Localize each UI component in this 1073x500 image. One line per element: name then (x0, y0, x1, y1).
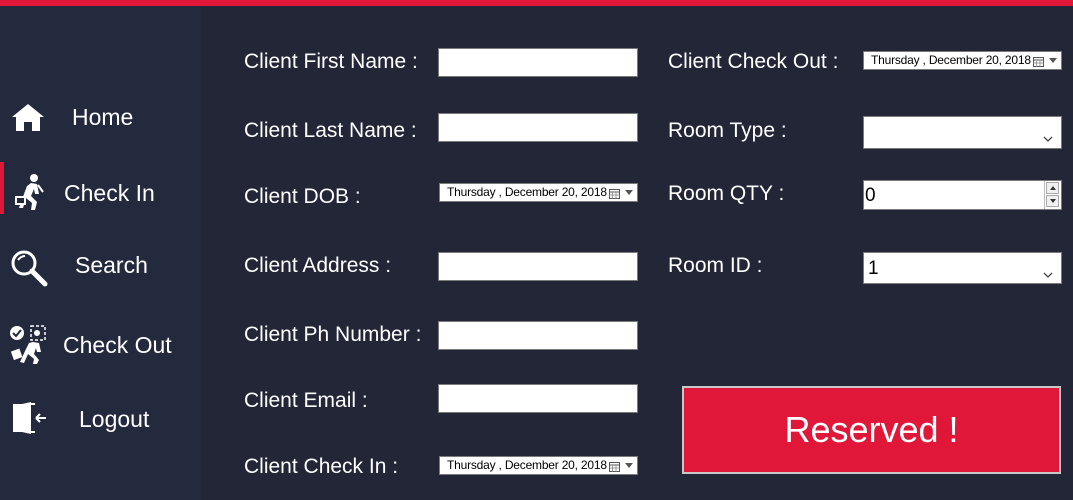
sidebar-item-label: Check In (64, 180, 155, 206)
address-input[interactable] (438, 252, 638, 281)
address-label: Client Address : (244, 254, 392, 277)
calendar-icon (609, 187, 620, 199)
sidebar-item-home[interactable]: Home (0, 90, 201, 146)
search-icon (9, 248, 49, 287)
sidebar-item-label: Check Out (63, 332, 172, 358)
check-out-icon (9, 324, 49, 364)
chevron-down-icon (1043, 263, 1053, 278)
active-indicator (0, 162, 4, 214)
check-out-date-value: Thursday , December 20, 2018 (871, 53, 1031, 67)
email-label: Client Email : (244, 389, 368, 412)
dob-label: Client DOB : (244, 185, 361, 208)
check-out-label: Client Check Out : (668, 50, 839, 73)
check-in-label: Client Check In : (244, 455, 399, 478)
room-id-label: Room ID : (668, 254, 763, 277)
chevron-down-icon (1049, 58, 1057, 63)
chevron-down-icon (1043, 127, 1053, 142)
dob-date-value: Thursday , December 20, 2018 (447, 185, 607, 199)
sidebar-item-search[interactable]: Search (0, 238, 201, 294)
check-in-date-value: Thursday , December 20, 2018 (447, 458, 607, 472)
room-qty-value: 0 (865, 185, 876, 206)
room-qty-stepper[interactable]: 0 (863, 180, 1062, 210)
chevron-down-icon (625, 463, 633, 468)
last-name-input[interactable] (438, 113, 638, 142)
phone-label: Client Ph Number : (244, 323, 422, 346)
chevron-down-icon (625, 190, 633, 195)
room-id-value: 1 (868, 258, 879, 279)
reserve-button[interactable]: Reserved ! (682, 386, 1061, 474)
logout-icon (9, 398, 49, 434)
room-type-select[interactable] (863, 116, 1062, 149)
phone-input[interactable] (438, 321, 638, 350)
sidebar-item-logout[interactable]: Logout (0, 388, 201, 444)
check-out-date-picker[interactable]: Thursday , December 20, 2018 (863, 51, 1062, 70)
first-name-label: Client First Name : (244, 50, 418, 73)
home-icon (9, 100, 49, 136)
sidebar-item-label: Search (75, 252, 148, 278)
sidebar: Home Check In Search Check Out Logout (0, 6, 201, 500)
sidebar-item-label: Logout (79, 406, 150, 432)
sidebar-item-check-out[interactable]: Check Out (0, 314, 201, 370)
sidebar-item-check-in[interactable]: Check In (0, 162, 201, 218)
room-qty-label: Room QTY : (668, 182, 785, 205)
sidebar-item-label: Home (72, 104, 134, 130)
stepper-arrows (1044, 181, 1061, 209)
check-in-date-picker[interactable]: Thursday , December 20, 2018 (439, 456, 638, 475)
email-input[interactable] (438, 384, 638, 413)
first-name-input[interactable] (438, 48, 638, 77)
last-name-label: Client Last Name : (244, 119, 417, 142)
calendar-icon (609, 460, 620, 472)
decrement-button[interactable] (1046, 195, 1059, 207)
dob-date-picker[interactable]: Thursday , December 20, 2018 (439, 183, 638, 202)
calendar-icon (1033, 55, 1044, 67)
room-id-select[interactable]: 1 (863, 252, 1062, 284)
room-type-label: Room Type : (668, 119, 787, 142)
check-in-icon (9, 172, 49, 210)
increment-button[interactable] (1046, 182, 1059, 194)
